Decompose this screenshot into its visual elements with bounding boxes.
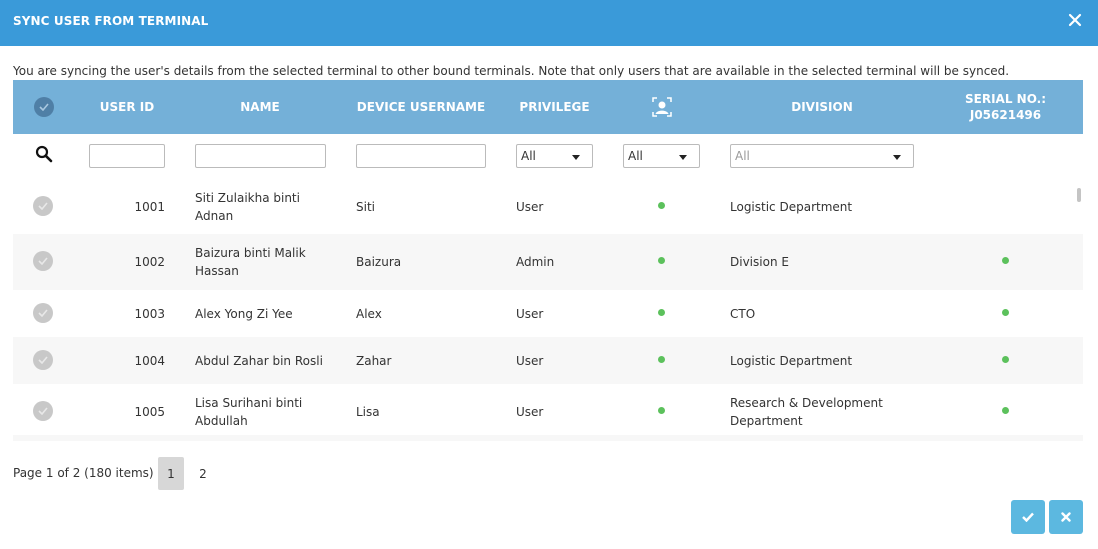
cancel-button[interactable] [1049,500,1083,534]
chevron-down-icon [679,155,687,160]
user-id-cell: 1004 [134,353,165,368]
name-cell: Baizura binti Malik Hassan [195,246,306,278]
serial-status-cell [943,234,1068,290]
face-scan-icon [651,97,672,117]
row-checkbox[interactable] [33,303,53,323]
table-row[interactable]: 1002 Baizura binti Malik Hassan Baizura A… [13,234,1083,290]
col-name[interactable]: NAME [195,80,325,134]
privilege-cell: Admin [516,255,555,269]
col-division[interactable]: DIVISION [730,80,914,134]
table-row[interactable]: 1001 Siti Zulaikha binti Adnan Siti User … [13,180,1083,234]
face-status-cell [623,290,700,337]
table-body: 1001 Siti Zulaikha binti Adnan Siti User … [13,180,1083,440]
col-user-id[interactable]: USER ID [98,80,156,134]
privilege-cell: User [516,200,544,214]
table-row[interactable]: 1004 Abdul Zahar bin Rosli Zahar User Lo… [13,337,1083,384]
page-button-2[interactable]: 2 [190,457,216,490]
status-dot [658,202,665,209]
check-icon [38,356,48,364]
status-dot [658,257,665,264]
face-filter-select[interactable]: All [623,144,700,168]
status-dot [1002,355,1009,363]
col-privilege[interactable]: PRIVILEGE [516,80,593,134]
division-cell: Division E [730,255,789,269]
check-icon [38,407,48,415]
filter-row: All All All [13,134,1083,180]
col-device-username[interactable]: DEVICE USERNAME [356,80,486,134]
row-checkbox[interactable] [33,196,53,216]
privilege-cell: User [516,353,544,368]
page-button-1[interactable]: 1 [158,457,184,490]
status-dot [658,355,665,363]
row-checkbox[interactable] [33,401,53,421]
check-icon [1022,512,1034,522]
division-cell: Logistic Department [730,353,853,368]
name-cell: Abdul Zahar bin Rosli [195,353,323,368]
division-cell: CTO [730,306,756,321]
device-username-filter-input[interactable] [356,144,486,168]
scrollbar-thumb[interactable] [1077,188,1081,202]
division-cell: Logistic Department [730,200,853,214]
status-dot [658,308,665,316]
serial-status-cell [943,384,1068,440]
confirm-button[interactable] [1011,500,1045,534]
serial-label: SERIAL NO.: [965,92,1046,106]
check-icon [38,202,48,210]
device-username-cell: Alex [356,306,382,321]
face-status-cell [623,180,700,234]
face-status-cell [623,234,700,290]
name-cell: Lisa Surihani binti Abdullah [195,396,303,428]
division-filter-select[interactable]: All [730,144,914,168]
serial-status-cell [943,290,1068,337]
user-id-cell: 1003 [134,306,165,321]
dialog-title: SYNC USER FROM TERMINAL [13,14,209,28]
user-id-filter-input[interactable] [89,144,165,168]
chevron-down-icon [572,155,580,160]
device-username-cell: Baizura [356,255,402,269]
status-dot [1002,308,1009,316]
name-cell: Alex Yong Zi Yee [195,306,293,321]
close-icon[interactable] [1068,13,1082,27]
privilege-filter-select[interactable]: All [516,144,593,168]
select-all-checkbox[interactable] [34,97,54,117]
privilege-cell: User [516,306,544,321]
device-username-cell: Lisa [356,405,380,419]
search-icon [35,145,53,163]
face-status-cell [623,337,700,384]
check-icon [39,103,49,111]
serial-number: J05621496 [969,108,1042,122]
name-filter-input[interactable] [195,144,326,168]
close-icon [1061,512,1071,522]
check-icon [38,257,48,265]
device-username-cell: Siti [356,200,375,214]
privilege-cell: User [516,405,544,419]
row-checkbox[interactable] [33,350,53,370]
user-id-cell: 1001 [134,200,165,214]
chevron-down-icon [893,155,901,160]
pagination-summary: Page 1 of 2 (180 items) [13,466,154,480]
status-dot [658,407,665,414]
face-status-cell [623,384,700,440]
col-serial[interactable]: SERIAL NO.: J05621496 [943,80,1068,134]
division-cell: Research & Development Department [730,396,883,428]
user-id-cell: 1005 [134,405,165,419]
sync-note: You are syncing the user's details from … [13,64,1010,78]
col-face[interactable] [623,80,700,134]
table-header: USER ID NAME DEVICE USERNAME PRIVILEGE D… [13,80,1083,134]
status-dot [1002,257,1009,264]
serial-status-cell [943,337,1068,384]
row-checkbox[interactable] [33,251,53,271]
check-icon [38,309,48,317]
status-dot [1002,407,1009,414]
device-username-cell: Zahar [356,353,392,368]
table-row-partial [13,435,1083,441]
dialog-titlebar: SYNC USER FROM TERMINAL [0,0,1098,46]
name-cell: Siti Zulaikha binti Adnan [195,191,300,223]
user-id-cell: 1002 [134,255,165,269]
table-row[interactable]: 1005 Lisa Surihani binti Abdullah Lisa Us… [13,384,1083,440]
table-row[interactable]: 1003 Alex Yong Zi Yee Alex User CTO [13,290,1083,337]
